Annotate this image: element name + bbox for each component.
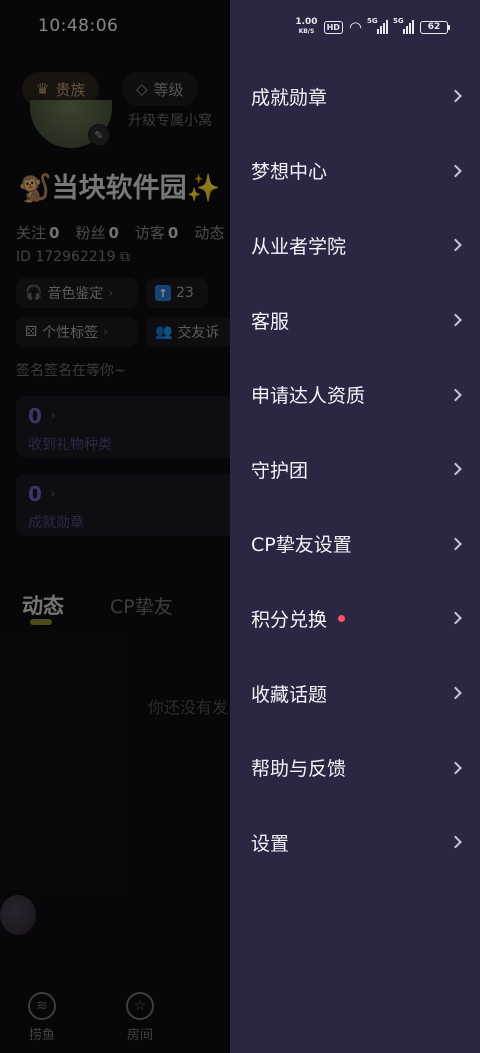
nickname: 🐒当块软件园✨ — [18, 173, 221, 204]
upgrade-hint: 升级专属小窝 — [128, 113, 212, 129]
menu-item-points-exchange[interactable]: 积分兑换 — [230, 581, 480, 656]
pet-avatar[interactable] — [0, 895, 36, 935]
menu-item-label: 设置 — [251, 832, 290, 855]
menu-item-dream-center[interactable]: 梦想中心 — [230, 134, 480, 209]
voice-test-chip[interactable]: 🎧 音色鉴定 › — [16, 278, 138, 308]
menu-item-favorite-topics[interactable]: 收藏话题 — [230, 656, 480, 731]
network-speed: 1.00 KB/S — [295, 17, 318, 36]
menu-item-label: 申请达人资质 — [251, 385, 366, 408]
empty-posts-text: 你还没有发 — [148, 698, 229, 717]
chevron-right-icon: › — [103, 325, 108, 339]
stat-following[interactable]: 关注 0 — [16, 222, 59, 243]
menu-item-label: 积分兑换 — [251, 608, 328, 631]
dice-icon: ⚄ — [25, 324, 38, 340]
menu-item-customer-service[interactable]: 客服 — [230, 283, 480, 358]
chevron-right-icon — [449, 239, 462, 252]
medals-count: 0 — [28, 482, 42, 506]
tab-cp-friends[interactable]: CP挚友 — [110, 592, 173, 619]
signal-icon-2: 5G — [393, 17, 414, 34]
chevron-right-icon: › — [50, 486, 56, 502]
status-time: 10:48:06 — [38, 16, 119, 36]
tab-indicator — [30, 619, 52, 625]
signature[interactable]: 签名签名在等你~ — [16, 360, 126, 380]
menu-item-academy[interactable]: 从业者学院 — [230, 208, 480, 283]
chevron-right-icon — [449, 164, 462, 178]
profile-stats: 关注 0 粉丝 0 访客 0 动态 — [16, 222, 227, 243]
diamond-icon: ◇ — [136, 80, 148, 98]
chevron-right-icon: › — [50, 408, 56, 424]
chevron-right-icon — [449, 89, 462, 103]
menu-item-label: 守护团 — [251, 459, 309, 482]
gifts-card[interactable]: 0 › 收到礼物种类 — [16, 396, 256, 458]
voice-bubble-icon: ≋ — [28, 992, 56, 1020]
menu-item-cp-settings[interactable]: CP挚友设置 — [230, 507, 480, 582]
friend-request-chip[interactable]: 👥 交友诉 — [146, 317, 236, 347]
menu-item-label: 成就勋章 — [251, 86, 328, 109]
gifts-count: 0 — [28, 404, 42, 428]
hd-icon: HD — [323, 20, 343, 34]
stat-visitors[interactable]: 访客 0 — [135, 222, 178, 243]
user-id[interactable]: ID 172962219 ⧉ — [16, 249, 130, 265]
menu-item-label: 客服 — [251, 310, 290, 333]
menu-item-label: 帮助与反馈 — [251, 758, 347, 781]
drawer-menu: 成就勋章梦想中心从业者学院客服申请达人资质 守护团 CP挚友设置 积分兑换收藏话题帮助… — [230, 59, 480, 880]
menu-item-settings[interactable]: 设置 — [230, 805, 480, 880]
personal-tags-chip[interactable]: ⚄ 个性标签 › — [16, 317, 138, 347]
headphones-icon: 🎧 — [25, 285, 43, 301]
chevron-right-icon — [449, 686, 462, 700]
battery-icon: 62 — [420, 20, 450, 34]
menu-item-label: 从业者学院 — [251, 235, 347, 258]
stat-fans[interactable]: 粉丝 0 — [75, 222, 118, 243]
menu-item-expert-qualification[interactable]: 申请达人资质 — [230, 357, 480, 432]
rank-badge-icon: ↑ — [155, 285, 171, 301]
chevron-right-icon: › — [108, 286, 114, 300]
copy-icon[interactable]: ⧉ — [120, 249, 130, 265]
stat-posts[interactable]: 动态 — [194, 222, 227, 243]
chevron-right-icon — [449, 761, 462, 775]
chevron-right-icon — [449, 462, 462, 476]
notification-dot-icon — [338, 614, 346, 622]
chevron-right-icon — [449, 388, 462, 402]
signal-icon: 5G — [367, 17, 388, 34]
menu-item-label: CP挚友设置 — [251, 534, 352, 557]
nav-item-fish[interactable]: ≋ 捞鱼 — [28, 992, 56, 1043]
menu-item-guardian-group[interactable]: 守护团 — [230, 432, 480, 507]
medals-card[interactable]: 0 › 成就勋章 — [16, 474, 256, 536]
side-drawer: 1.00 KB/S HD ◠ 5G 5G 62 成就勋章梦想中心从业者学院客服申… — [230, 0, 480, 1053]
tab-posts[interactable]: 动态 — [22, 590, 64, 620]
nav-item-room[interactable]: ☆ 房间 — [126, 992, 154, 1043]
menu-item-help-feedback[interactable]: 帮助与反馈 — [230, 730, 480, 805]
chevron-right-icon — [449, 835, 462, 849]
level-label: 等级 — [153, 80, 184, 99]
chevron-right-icon — [449, 612, 462, 625]
medals-label: 成就勋章 — [28, 515, 84, 531]
menu-item-label: 收藏话题 — [251, 683, 328, 706]
wifi-icon: ◠ — [348, 18, 362, 36]
noble-label: 贵族 — [55, 80, 86, 99]
level-button[interactable]: ◇ 等级 — [122, 72, 198, 106]
edit-avatar-icon[interactable]: ✎ — [88, 124, 110, 146]
status-icons: 1.00 KB/S HD ◠ 5G 5G 62 — [295, 17, 450, 36]
people-icon: 👥 — [155, 324, 173, 340]
menu-item-medals[interactable]: 成就勋章 — [230, 59, 480, 134]
star-room-icon: ☆ — [126, 992, 154, 1020]
gifts-label: 收到礼物种类 — [28, 437, 112, 453]
chevron-right-icon — [449, 537, 462, 551]
chevron-right-icon — [449, 313, 462, 327]
menu-item-label: 梦想中心 — [251, 161, 328, 184]
crown-icon: ♛ — [36, 80, 50, 98]
rank-chip[interactable]: ↑ 23 — [146, 278, 208, 308]
